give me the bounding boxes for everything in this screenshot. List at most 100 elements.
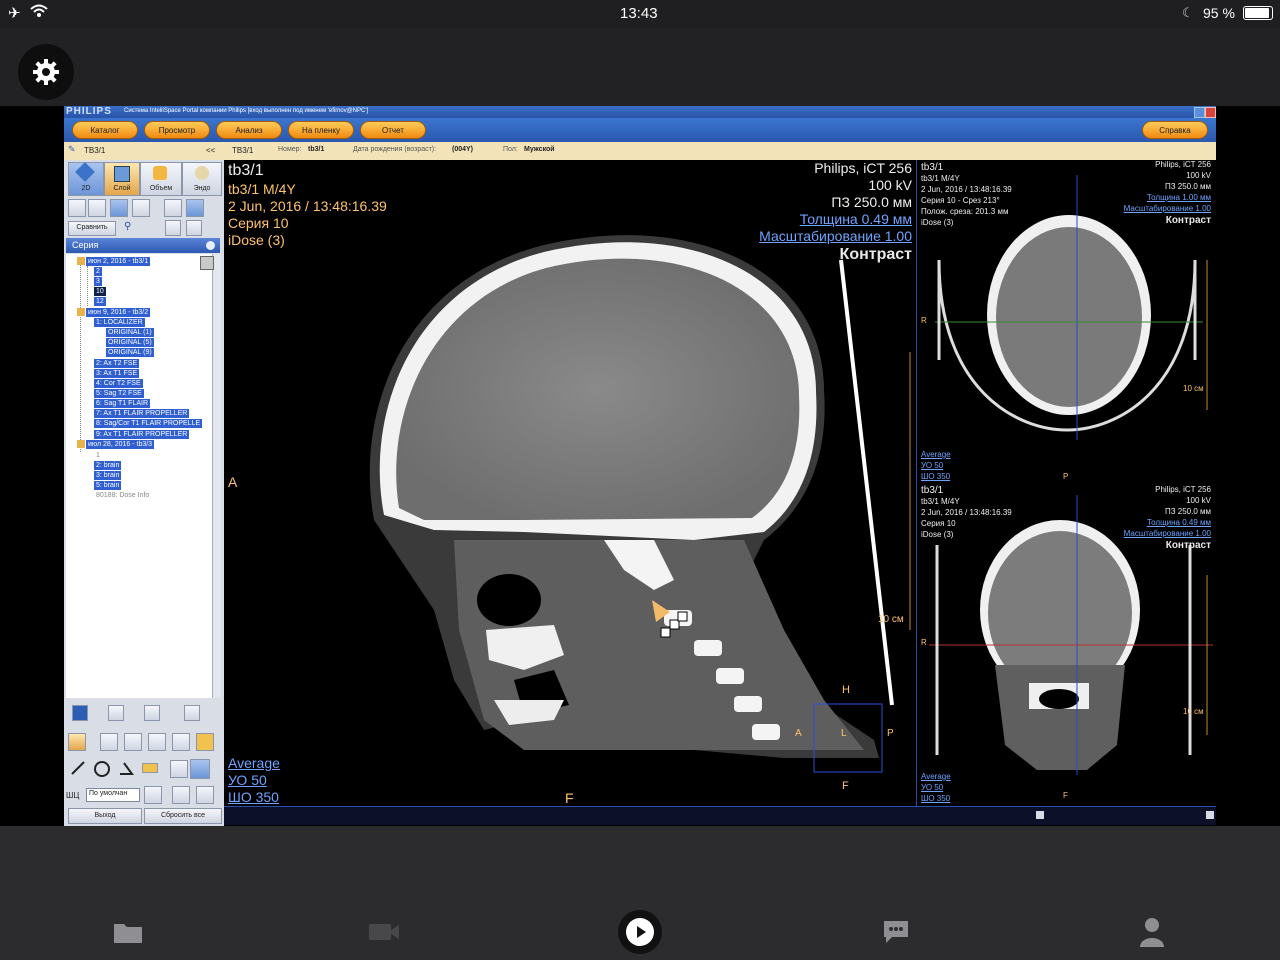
vp-window-width[interactable]: ШО 350 <box>228 789 279 805</box>
exit-button[interactable]: Выход <box>68 808 142 824</box>
tab-2d[interactable]: 2D <box>68 162 104 196</box>
tree-series[interactable]: 2: brain <box>94 461 122 470</box>
tree-series[interactable]: 3: brain <box>94 471 122 480</box>
brain-icon[interactable] <box>132 199 150 217</box>
menu-film[interactable]: На пленку <box>288 121 354 139</box>
circle-icon[interactable] <box>94 761 110 777</box>
tree-series-selected[interactable]: 10 <box>94 287 106 296</box>
camera-icon[interactable] <box>108 705 124 721</box>
bone-icon[interactable] <box>164 199 182 217</box>
line-icon[interactable] <box>70 760 86 776</box>
pin-icon[interactable]: ✎ <box>68 144 76 155</box>
layout-icon[interactable] <box>186 199 204 217</box>
vp-thickness-link[interactable]: Толщина 0.49 мм <box>800 211 912 227</box>
tree-series[interactable]: 3: Ax T1 FSE <box>94 369 140 378</box>
tree-series[interactable]: 4: Cor T2 FSE <box>94 379 143 388</box>
export-icon[interactable] <box>186 220 202 236</box>
folder-icon[interactable] <box>108 912 148 952</box>
head-icon[interactable] <box>110 199 128 217</box>
gear-icon[interactable] <box>18 44 74 100</box>
tab-volume[interactable]: Объем <box>140 162 182 196</box>
ruler-icon[interactable] <box>142 763 158 773</box>
tree-subseries[interactable]: ORIGINAL (1) <box>106 328 154 337</box>
tree-series[interactable]: 6: Sag T1 FLAIR <box>94 399 151 408</box>
tree-series[interactable]: 9: Ax T1 FLAIR PROPELLER <box>94 430 190 439</box>
print-icon[interactable] <box>196 786 214 804</box>
lungs-icon[interactable] <box>68 199 86 217</box>
tree-series[interactable]: 1: LOCALIZER <box>94 318 145 327</box>
menu-analysis[interactable]: Анализ <box>216 121 282 139</box>
menu-catalog[interactable]: Каталог <box>72 121 138 139</box>
tree-series[interactable]: 5: brain <box>94 481 122 490</box>
layout-grid-icon[interactable] <box>144 786 162 804</box>
play-icon[interactable] <box>618 910 662 954</box>
ax-zoom-link[interactable]: Масштабирование 1.00 <box>1124 204 1211 213</box>
ax-thickness-link[interactable]: Толщина 1.00 мм <box>1147 193 1211 202</box>
heart-icon[interactable] <box>88 199 106 217</box>
cor-window-width[interactable]: ШО 350 <box>921 794 950 803</box>
roi-icon[interactable] <box>190 759 210 779</box>
tree-series[interactable]: 12 <box>94 297 106 306</box>
ax-window-width[interactable]: ШО 350 <box>921 472 950 481</box>
scroll-up-icon-2[interactable] <box>1206 811 1214 819</box>
angle-icon[interactable] <box>118 760 134 776</box>
collapse-button[interactable]: << <box>206 146 215 155</box>
compare-button[interactable]: Сравнить <box>68 221 116 236</box>
annotate-icon[interactable] <box>170 760 188 778</box>
tree-study-2[interactable]: июн 9, 2016 - tb3/2 <box>86 308 151 317</box>
sagittal-viewport[interactable]: tb3/1 tb3/1 M/4Y 2 Jun, 2016 / 13:48:16.… <box>224 160 916 806</box>
minimize-icon[interactable] <box>1194 107 1205 118</box>
menu-report[interactable]: Отчет <box>360 121 426 139</box>
vp-average-link[interactable]: Average <box>228 755 280 771</box>
tree-series[interactable]: 5: Sag T2 FSE <box>94 389 144 398</box>
tree-series[interactable]: 2: Ax T2 FSE <box>94 359 140 368</box>
axial-viewport[interactable]: tb3/1 tb3/1 M/4Y 2 Jun, 2016 / 13:48:16.… <box>917 160 1217 485</box>
tree-series[interactable]: 7: Ax T1 FLAIR PROPELLER <box>94 409 190 418</box>
tree-subseries[interactable]: ORIGINAL (9) <box>106 348 154 357</box>
tree-study-1[interactable]: июн 2, 2016 - tb3/1 <box>86 257 151 266</box>
tab-slice[interactable]: Слой <box>104 162 140 196</box>
sync-icon[interactable] <box>165 220 181 236</box>
tree-subseries[interactable]: ORIGINAL (5) <box>106 338 154 347</box>
window-level-icon[interactable] <box>148 733 166 751</box>
tree-series[interactable]: 8: Sag/Cor T1 FLAIR PROPELLE <box>94 419 203 428</box>
ax-average-link[interactable]: Average <box>921 450 951 459</box>
tree-series[interactable]: 3 <box>94 277 102 286</box>
tab-endo[interactable]: Эндо <box>182 162 222 196</box>
zoom-icon[interactable] <box>124 733 142 751</box>
tree-dose-info[interactable]: 80188: Dose Info <box>94 491 151 500</box>
close-icon[interactable] <box>1205 107 1216 118</box>
person-icon[interactable] <box>1132 912 1172 952</box>
cor-window-center[interactable]: УО 50 <box>921 783 943 792</box>
menu-view[interactable]: Просмотр <box>144 121 210 139</box>
reset-all-button[interactable]: Сбросить все <box>144 808 222 824</box>
book-icon[interactable] <box>184 705 200 721</box>
vp-zoom-link[interactable]: Масштабирование 1.00 <box>759 228 912 244</box>
coronal-viewport[interactable]: tb3/1 tb3/1 M/4Y 2 Jun, 2016 / 13:48:16.… <box>917 485 1217 806</box>
scroll-up-icon[interactable] <box>1036 811 1044 819</box>
wl-preset-select[interactable]: По умолчан <box>86 788 140 802</box>
filter-icon[interactable] <box>200 256 214 270</box>
tree-series[interactable]: 2 <box>94 267 102 276</box>
vp-window-center[interactable]: УО 50 <box>228 772 267 788</box>
save-icon[interactable] <box>72 705 88 721</box>
tree-study-3[interactable]: июл 28, 2016 - tb3/3 <box>86 440 155 449</box>
video-camera-icon[interactable] <box>364 912 404 952</box>
cor-zoom-link[interactable]: Масштабирование 1.00 <box>1124 529 1211 538</box>
cor-average-link[interactable]: Average <box>921 772 951 781</box>
collapse-icon[interactable] <box>206 241 215 250</box>
rotate-icon[interactable] <box>172 733 190 751</box>
tree-scrollbar[interactable] <box>212 254 221 698</box>
pin-tool-icon[interactable]: ⚲ <box>124 221 131 232</box>
ax-window-center[interactable]: УО 50 <box>921 461 943 470</box>
tree-series[interactable]: 1 <box>94 451 102 460</box>
pan-icon[interactable] <box>100 733 118 751</box>
cor-thickness-link[interactable]: Толщина 0.49 мм <box>1147 518 1211 527</box>
ellipse-icon[interactable] <box>196 733 214 751</box>
pointer-icon[interactable] <box>68 733 86 751</box>
film-icon[interactable] <box>172 786 190 804</box>
patient-tab[interactable]: ТВ3/1 <box>84 146 105 155</box>
copy-icon[interactable] <box>144 705 160 721</box>
chat-icon[interactable] <box>876 912 916 952</box>
help-button[interactable]: Справка <box>1142 121 1208 139</box>
